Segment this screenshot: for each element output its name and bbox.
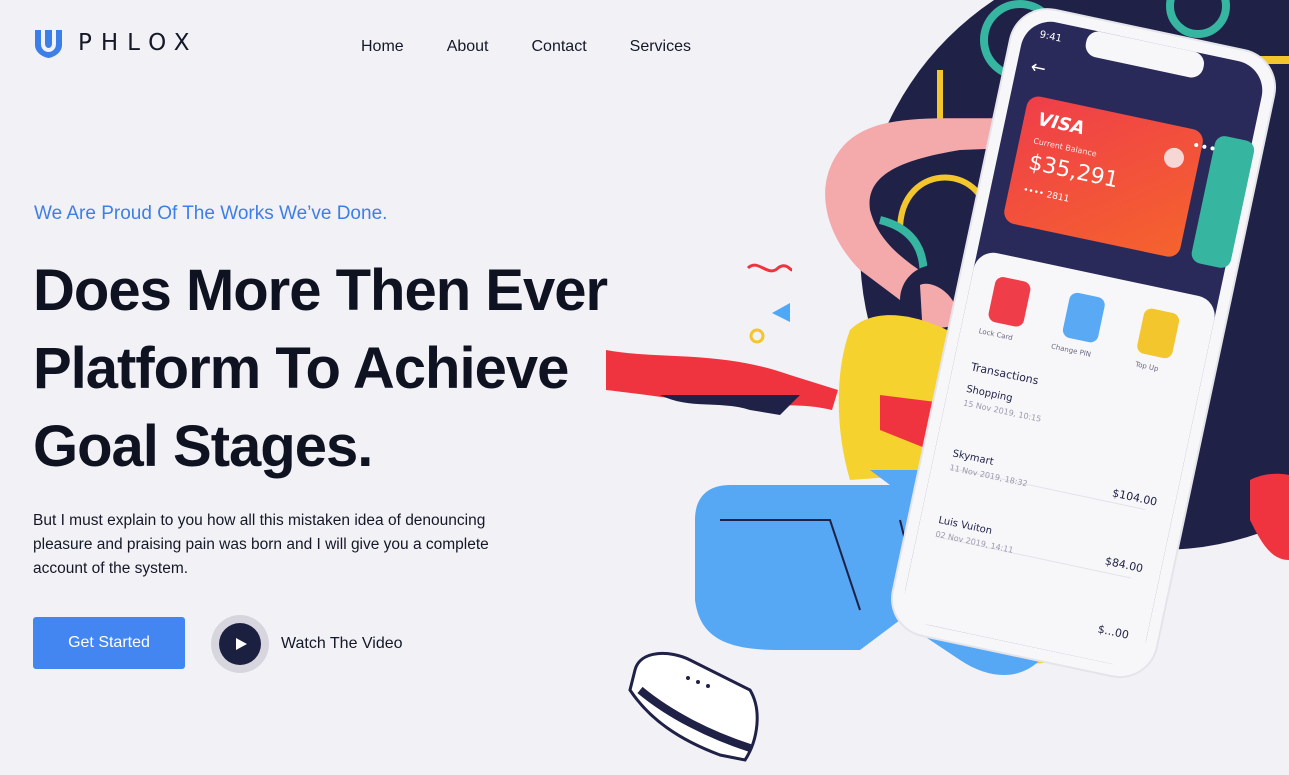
transaction-shopping[interactable]: Shopping 15 Nov 2019, 10:15 [963, 384, 1173, 451]
headline-line-2: Platform To Achieve [33, 336, 569, 401]
nav-home[interactable]: Home [361, 38, 404, 56]
nav-contact[interactable]: Contact [532, 38, 587, 56]
more-icon[interactable]: ••• [1190, 137, 1218, 158]
phone-time: 9:41 [1038, 29, 1063, 45]
lock-card-label[interactable]: Lock Card [978, 327, 1013, 342]
card-number: •••• 2811 [1021, 185, 1071, 205]
transaction-skymart[interactable]: Skymart 11 Nov 2019, 18:32 $104.00 [949, 448, 1159, 515]
transactions-title: Transactions [969, 360, 1040, 388]
watch-video-label: Watch The Video [281, 635, 403, 652]
hero-headline: Does More Then Ever Platform To Achieve … [33, 252, 673, 486]
top-up-label[interactable]: Top Up [1134, 360, 1159, 373]
watch-video-link[interactable]: Watch The Video [211, 615, 403, 673]
page: PHLOX Home About Contact Services We Are… [0, 0, 1289, 775]
hero-description: But I must explain to you how all this m… [33, 512, 489, 577]
hero-eyebrow: We Are Proud Of The Works We’ve Done. [34, 203, 388, 224]
card-brand: VISA [1035, 108, 1087, 140]
back-arrow-icon[interactable]: ← [1029, 56, 1048, 80]
transaction-partial[interactable]: $...00 [926, 581, 1131, 641]
brand-logo[interactable]: PHLOX [33, 27, 199, 59]
shield-logo-icon [35, 30, 62, 58]
play-icon [236, 638, 247, 650]
card-balance: $35,291 [1026, 150, 1121, 194]
transaction-luis-vuiton[interactable]: Luis Vuiton 02 Nov 2019, 14:11 $84.00 [935, 515, 1145, 582]
nav-about[interactable]: About [447, 38, 489, 56]
brand-name: PHLOX [78, 30, 199, 56]
get-started-button[interactable]: Get Started [33, 617, 185, 669]
headline-line-1: Does More Then Ever [33, 258, 608, 323]
play-button[interactable] [211, 615, 269, 673]
change-pin-label[interactable]: Change PIN [1050, 342, 1091, 358]
headline-line-3: Goal Stages. [33, 414, 373, 479]
